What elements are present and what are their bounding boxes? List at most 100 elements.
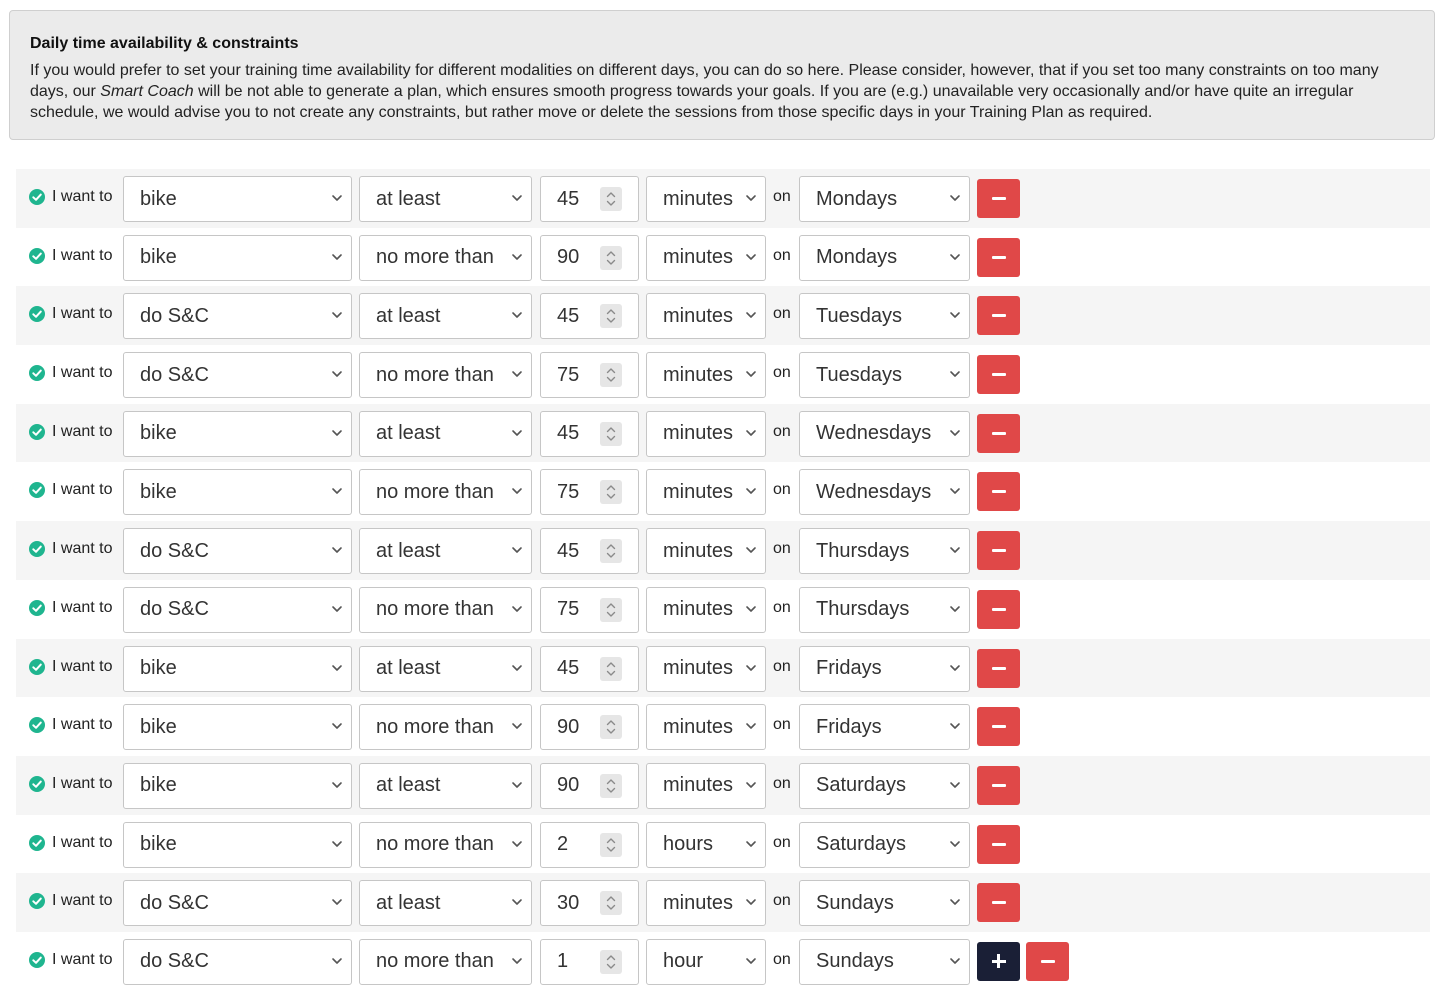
remove-constraint-button[interactable] [977, 707, 1020, 747]
activity-select[interactable]: do S&C [123, 352, 352, 399]
add-constraint-button[interactable] [977, 941, 1020, 981]
remove-constraint-button[interactable] [977, 355, 1020, 395]
stepper-arrows-icon[interactable] [600, 832, 622, 857]
stepper-arrows-icon[interactable] [600, 187, 622, 211]
comparison-select[interactable]: no more than [359, 821, 532, 868]
activity-select[interactable]: bike [123, 176, 352, 222]
comparison-select[interactable]: at least [359, 293, 532, 340]
day-select[interactable]: Saturdays [799, 821, 970, 868]
remove-constraint-button[interactable] [977, 179, 1020, 218]
unit-select[interactable]: hour [646, 938, 766, 985]
stepper-arrows-icon[interactable] [600, 480, 622, 505]
remove-constraint-button[interactable] [977, 824, 1020, 864]
comparison-select[interactable]: at least [359, 880, 532, 927]
activity-select[interactable]: bike [123, 645, 352, 692]
day-select[interactable]: Thursdays [799, 586, 970, 633]
unit-select[interactable]: minutes [646, 528, 766, 575]
amount-input[interactable]: 90 [540, 704, 639, 751]
day-select[interactable]: Wednesdays [799, 410, 970, 457]
amount-input[interactable]: 45 [540, 645, 639, 692]
comparison-select[interactable]: no more than [359, 234, 532, 281]
unit-select[interactable]: hours [646, 821, 766, 868]
activity-select[interactable]: do S&C [123, 528, 352, 575]
remove-constraint-button[interactable] [977, 413, 1020, 453]
comparison-select[interactable]: no more than [359, 704, 532, 751]
unit-select[interactable]: minutes [646, 586, 766, 633]
amount-input[interactable]: 45 [540, 176, 639, 222]
stepper-arrows-icon[interactable] [600, 597, 622, 622]
remove-constraint-button[interactable] [977, 531, 1020, 571]
unit-select[interactable]: minutes [646, 645, 766, 692]
day-select[interactable]: Saturdays [799, 762, 970, 809]
unit-select[interactable]: minutes [646, 704, 766, 751]
stepper-arrows-icon[interactable] [600, 421, 622, 446]
day-select[interactable]: Wednesdays [799, 469, 970, 516]
remove-constraint-button[interactable] [977, 472, 1020, 512]
remove-constraint-button[interactable] [977, 237, 1020, 277]
day-select[interactable]: Tuesdays [799, 293, 970, 340]
unit-select[interactable]: minutes [646, 234, 766, 281]
day-select[interactable]: Thursdays [799, 528, 970, 575]
comparison-select[interactable]: at least [359, 410, 532, 457]
unit-select[interactable]: minutes [646, 352, 766, 399]
activity-select[interactable]: bike [123, 762, 352, 809]
day-select[interactable]: Tuesdays [799, 352, 970, 399]
unit-select[interactable]: minutes [646, 469, 766, 516]
amount-input[interactable]: 75 [540, 352, 639, 399]
stepper-arrows-icon[interactable] [600, 891, 622, 916]
stepper-arrows-icon[interactable] [600, 363, 622, 388]
unit-select[interactable]: minutes [646, 880, 766, 927]
day-select[interactable]: Sundays [799, 938, 970, 985]
activity-select[interactable]: do S&C [123, 938, 352, 985]
day-select[interactable]: Mondays [799, 176, 970, 222]
day-select[interactable]: Mondays [799, 234, 970, 281]
stepper-arrows-icon[interactable] [600, 245, 622, 270]
remove-constraint-button[interactable] [977, 765, 1020, 805]
amount-input[interactable]: 2 [540, 821, 639, 868]
comparison-select[interactable]: at least [359, 528, 532, 575]
comparison-select[interactable]: at least [359, 645, 532, 692]
amount-input[interactable]: 30 [540, 880, 639, 927]
comparison-select[interactable]: at least [359, 176, 532, 222]
stepper-arrows-icon[interactable] [600, 539, 622, 564]
activity-select[interactable]: bike [123, 410, 352, 457]
amount-input[interactable]: 90 [540, 234, 639, 281]
amount-input[interactable]: 45 [540, 293, 639, 340]
amount-input[interactable]: 1 [540, 938, 639, 985]
remove-constraint-button[interactable] [977, 883, 1020, 923]
unit-select[interactable]: minutes [646, 762, 766, 809]
activity-select[interactable]: bike [123, 469, 352, 516]
unit-select[interactable]: minutes [646, 176, 766, 222]
amount-input[interactable]: 90 [540, 762, 639, 809]
remove-constraint-button[interactable] [977, 589, 1020, 629]
amount-input[interactable]: 45 [540, 410, 639, 457]
stepper-arrows-icon[interactable] [600, 715, 622, 740]
comparison-select[interactable]: no more than [359, 469, 532, 516]
activity-select[interactable]: bike [123, 704, 352, 751]
comparison-select[interactable]: no more than [359, 352, 532, 399]
activity-select[interactable]: bike [123, 821, 352, 868]
amount-input[interactable]: 75 [540, 586, 639, 633]
unit-select[interactable]: minutes [646, 410, 766, 457]
remove-constraint-button[interactable] [977, 648, 1020, 688]
activity-select[interactable]: bike [123, 234, 352, 281]
remove-constraint-button[interactable] [1026, 941, 1069, 981]
comparison-select[interactable]: no more than [359, 586, 532, 633]
activity-select[interactable]: do S&C [123, 293, 352, 340]
day-select[interactable]: Fridays [799, 645, 970, 692]
stepper-arrows-icon[interactable] [600, 949, 622, 974]
chevron-down-icon [950, 723, 960, 729]
day-select[interactable]: Fridays [799, 704, 970, 751]
activity-select[interactable]: do S&C [123, 880, 352, 927]
amount-input[interactable]: 75 [540, 469, 639, 516]
amount-input[interactable]: 45 [540, 528, 639, 575]
stepper-arrows-icon[interactable] [600, 656, 622, 681]
stepper-arrows-icon[interactable] [600, 773, 622, 798]
day-select[interactable]: Sundays [799, 880, 970, 927]
activity-select[interactable]: do S&C [123, 586, 352, 633]
unit-select[interactable]: minutes [646, 293, 766, 340]
remove-constraint-button[interactable] [977, 296, 1020, 336]
comparison-select[interactable]: at least [359, 762, 532, 809]
stepper-arrows-icon[interactable] [600, 304, 622, 329]
comparison-select[interactable]: no more than [359, 938, 532, 985]
